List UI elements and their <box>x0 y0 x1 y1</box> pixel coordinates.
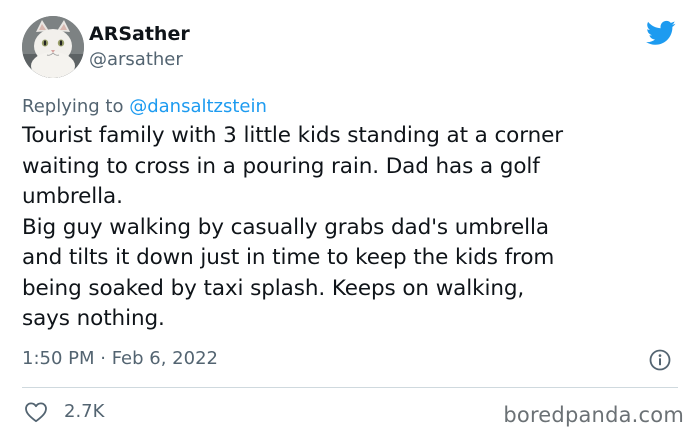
like-count: 2.7K <box>64 401 105 422</box>
divider <box>22 387 678 388</box>
user-handle[interactable]: @arsather <box>89 48 190 72</box>
twitter-bird-icon[interactable] <box>644 18 678 48</box>
avatar[interactable] <box>22 16 84 78</box>
tweet-text: Tourist family with 3 little kids standi… <box>22 123 563 331</box>
tweet-timestamp[interactable]: 1:50 PM · Feb 6, 2022 <box>22 347 218 371</box>
heart-icon[interactable] <box>24 401 48 423</box>
watermark: boredpanda.com <box>503 403 684 427</box>
replying-prefix: Replying to <box>22 96 130 117</box>
tweet-header: ARSather @arsather <box>22 16 678 80</box>
info-icon[interactable] <box>648 348 672 372</box>
replying-to: Replying to @dansaltzstein <box>22 95 267 119</box>
display-name[interactable]: ARSather <box>89 22 190 46</box>
user-names: ARSather @arsather <box>89 22 190 72</box>
reply-mention-link[interactable]: @dansaltzstein <box>129 96 267 117</box>
